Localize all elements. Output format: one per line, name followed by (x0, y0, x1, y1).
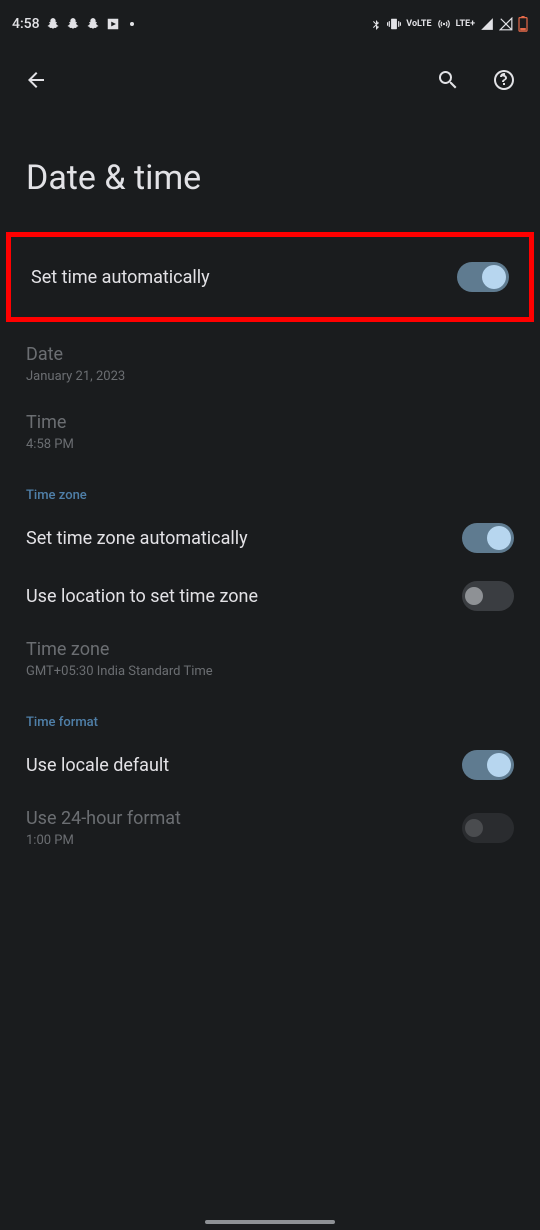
time-value: 4:58 PM (26, 437, 74, 452)
use-24h-row: Use 24-hour format 1:00 PM (0, 794, 540, 862)
back-button[interactable] (16, 60, 56, 100)
app-bar (0, 48, 540, 112)
time-zone-row: Time zone GMT+05:30 India Standard Time (0, 625, 540, 693)
use-location-toggle[interactable] (462, 581, 514, 611)
set-tz-auto-label: Set time zone automatically (26, 528, 248, 549)
lte-icon: LTE+ (456, 20, 475, 29)
time-zone-label: Time zone (26, 639, 213, 660)
highlighted-setting: Set time automatically (6, 232, 534, 322)
snapchat-icon (66, 17, 80, 31)
notification-dot-icon (130, 22, 134, 26)
time-row: Time 4:58 PM (0, 398, 540, 466)
use-locale-default-row[interactable]: Use locale default (0, 736, 540, 794)
use-24h-toggle (462, 813, 514, 843)
battery-low-icon (518, 16, 528, 32)
bluetooth-icon (370, 17, 382, 31)
status-bar: 4:58 VoLTE LTE+ (0, 0, 540, 48)
set-time-auto-toggle[interactable] (457, 262, 509, 292)
snapchat-icon (46, 17, 60, 31)
set-tz-auto-row[interactable]: Set time zone automatically (0, 509, 540, 567)
vibrate-icon (387, 17, 401, 31)
status-clock: 4:58 (12, 16, 40, 32)
set-tz-auto-toggle[interactable] (462, 523, 514, 553)
use-location-label: Use location to set time zone (26, 586, 258, 607)
time-format-header: Time format (0, 693, 540, 736)
snapchat-icon (86, 17, 100, 31)
search-button[interactable] (428, 60, 468, 100)
use-locale-default-label: Use locale default (26, 755, 169, 776)
time-label: Time (26, 412, 74, 433)
page-title: Date & time (0, 112, 540, 232)
status-right: VoLTE LTE+ (370, 16, 528, 32)
status-left: 4:58 (12, 16, 134, 32)
play-icon (106, 17, 120, 31)
use-24h-value: 1:00 PM (26, 833, 181, 848)
set-time-auto-label: Set time automatically (31, 267, 210, 288)
date-row: Date January 21, 2023 (0, 330, 540, 398)
signal-icon (480, 17, 494, 31)
gesture-navbar[interactable] (205, 1220, 335, 1224)
hotspot-icon (437, 17, 451, 31)
time-zone-value: GMT+05:30 India Standard Time (26, 664, 213, 679)
no-sim-icon (499, 17, 513, 31)
time-zone-header: Time zone (0, 466, 540, 509)
date-value: January 21, 2023 (26, 369, 125, 384)
help-button[interactable] (484, 60, 524, 100)
use-24h-label: Use 24-hour format (26, 808, 181, 829)
use-locale-default-toggle[interactable] (462, 750, 514, 780)
use-location-row[interactable]: Use location to set time zone (0, 567, 540, 625)
volte-icon: VoLTE (406, 20, 431, 29)
set-time-auto-row[interactable]: Set time automatically (29, 249, 511, 305)
date-label: Date (26, 344, 125, 365)
